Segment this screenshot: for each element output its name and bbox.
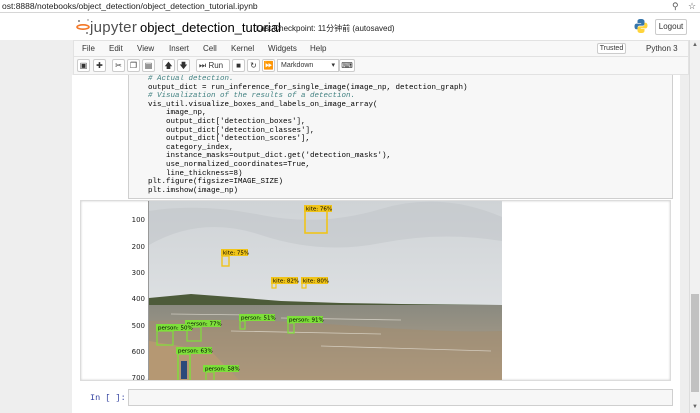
detection-label: person: 63% xyxy=(178,349,213,355)
input-prompt: In [ ]: xyxy=(90,393,126,403)
y-axis: 100 200 300 400 500 600 700 xyxy=(132,201,150,381)
insert-cell-button[interactable]: ✚ xyxy=(93,59,106,72)
cell-type-select[interactable]: Markdown ▾ xyxy=(277,59,339,72)
code-line: image_np, xyxy=(139,109,207,118)
interrupt-button[interactable]: ■ xyxy=(232,59,245,72)
y-tick-label: 200 xyxy=(132,243,145,251)
detection-label: kite: 76% xyxy=(306,207,332,213)
chevron-down-icon: ▾ xyxy=(331,62,335,69)
y-tick-label: 300 xyxy=(132,269,145,277)
menu-kernel[interactable]: Kernel xyxy=(231,44,254,53)
output-area[interactable]: 100 200 300 400 500 600 700 kite: 76% ki… xyxy=(80,200,671,381)
logout-button[interactable]: Logout xyxy=(655,19,687,35)
menu-cell[interactable]: Cell xyxy=(203,44,217,53)
menu-insert[interactable]: Insert xyxy=(169,44,189,53)
code-line: plt.figure(figsize=IMAGE_SIZE) xyxy=(139,178,284,187)
copy-icon: ❐ xyxy=(129,61,138,70)
detection-label: person: 50% xyxy=(158,326,193,332)
menu-help[interactable]: Help xyxy=(310,44,326,53)
code-line: # Actual detection. xyxy=(139,75,234,83)
code-line: vis_util.visualize_boxes_and_labels_on_i… xyxy=(139,100,378,109)
detection-label: person: 91% xyxy=(289,318,324,324)
scroll-up-icon[interactable]: ▲ xyxy=(691,41,699,49)
code-line: use_normalized_coordinates=True, xyxy=(139,160,311,169)
scroll-down-icon[interactable]: ▼ xyxy=(691,403,699,411)
y-tick-label: 500 xyxy=(132,322,145,330)
cell-type-value: Markdown xyxy=(281,62,314,69)
arrow-up-icon: 🡅 xyxy=(164,61,173,70)
step-forward-icon: ⏭ xyxy=(199,61,207,70)
page-scrollbar[interactable]: ▲ ▼ xyxy=(689,40,700,413)
zoom-icon[interactable]: ⚲ xyxy=(672,1,679,12)
plus-icon: ✚ xyxy=(96,61,103,70)
jupyter-header: jupyter object_detection_tutorial Last C… xyxy=(0,13,700,40)
empty-code-cell[interactable] xyxy=(128,389,673,406)
python-logo-icon xyxy=(634,19,648,33)
code-line: output_dict['detection_boxes'], xyxy=(139,117,306,126)
command-palette-button[interactable]: ⌨ xyxy=(339,59,355,72)
y-tick-label: 600 xyxy=(132,348,145,356)
keyboard-icon: ⌨ xyxy=(341,61,353,70)
jupyter-logo-text[interactable]: jupyter xyxy=(90,19,137,36)
code-line: # Visualization of the results of a dete… xyxy=(139,92,356,101)
run-label: Run xyxy=(208,61,224,70)
move-down-button[interactable]: 🡇 xyxy=(177,59,190,72)
scissors-icon: ✂ xyxy=(115,61,122,70)
save-icon: ▣ xyxy=(79,61,88,70)
scrollbar-thumb[interactable] xyxy=(691,294,699,392)
code-line: category_index, xyxy=(139,143,234,152)
move-up-button[interactable]: 🡅 xyxy=(162,59,175,72)
code-line: output_dict['detection_classes'], xyxy=(139,126,315,135)
save-button[interactable]: ▣ xyxy=(77,59,90,72)
stop-icon: ■ xyxy=(236,61,241,70)
y-tick-label: 100 xyxy=(132,216,145,224)
cut-button[interactable]: ✂ xyxy=(112,59,125,72)
paste-icon: ▤ xyxy=(144,61,153,70)
bookmark-star-icon[interactable]: ☆ xyxy=(688,1,696,12)
detection-label: person: 51% xyxy=(241,316,276,322)
fast-forward-icon: ⏩ xyxy=(263,61,274,70)
refresh-icon: ↻ xyxy=(250,61,257,70)
code-line: output_dict['detection_scores'], xyxy=(139,135,311,144)
paste-button[interactable]: ▤ xyxy=(142,59,155,72)
code-line: output_dict = run_inference_for_single_i… xyxy=(139,83,468,92)
y-tick-label: 400 xyxy=(132,295,145,303)
restart-button[interactable]: ↻ xyxy=(247,59,260,72)
copy-button[interactable]: ❐ xyxy=(127,59,140,72)
detection-plot: 100 200 300 400 500 600 700 kite: 76% ki… xyxy=(132,201,502,381)
notebook-toolbar: ▣ ✚ ✂ ❐ ▤ 🡅 🡇 ⏭ Run ■ ↻ ⏩ Markdown ▾ ⌨ xyxy=(73,57,689,75)
kernel-indicator[interactable]: Python 3 xyxy=(646,44,678,53)
browser-url-bar[interactable]: ost:8888/notebooks/object_detection/obje… xyxy=(0,0,700,13)
menu-widgets[interactable]: Widgets xyxy=(268,44,297,53)
code-line: instance_masks=output_dict.get('detectio… xyxy=(139,152,392,161)
y-tick-label: 700 xyxy=(132,374,145,381)
detection-label: kite: 82% xyxy=(273,279,299,285)
menu-view[interactable]: View xyxy=(137,44,154,53)
detection-label: kite: 75% xyxy=(223,251,249,257)
code-cell-editor[interactable]: # Actual detection. output_dict = run_in… xyxy=(128,75,673,199)
menu-edit[interactable]: Edit xyxy=(109,44,123,53)
trusted-badge[interactable]: Trusted xyxy=(597,43,626,54)
checkpoint-status: Last Checkpoint: 11分钟前 (autosaved) xyxy=(256,24,395,33)
restart-run-all-button[interactable]: ⏩ xyxy=(262,59,275,72)
arrow-down-icon: 🡇 xyxy=(179,61,188,70)
menu-file[interactable]: File xyxy=(82,44,95,53)
code-line: line_thickness=8) xyxy=(139,169,243,178)
url-text[interactable]: ost:8888/notebooks/object_detection/obje… xyxy=(2,1,258,11)
detection-label: person: 58% xyxy=(205,367,240,373)
detection-label: kite: 80% xyxy=(303,279,329,285)
code-line: plt.imshow(image_np) xyxy=(139,186,239,195)
run-button[interactable]: ⏭ Run xyxy=(196,59,230,72)
